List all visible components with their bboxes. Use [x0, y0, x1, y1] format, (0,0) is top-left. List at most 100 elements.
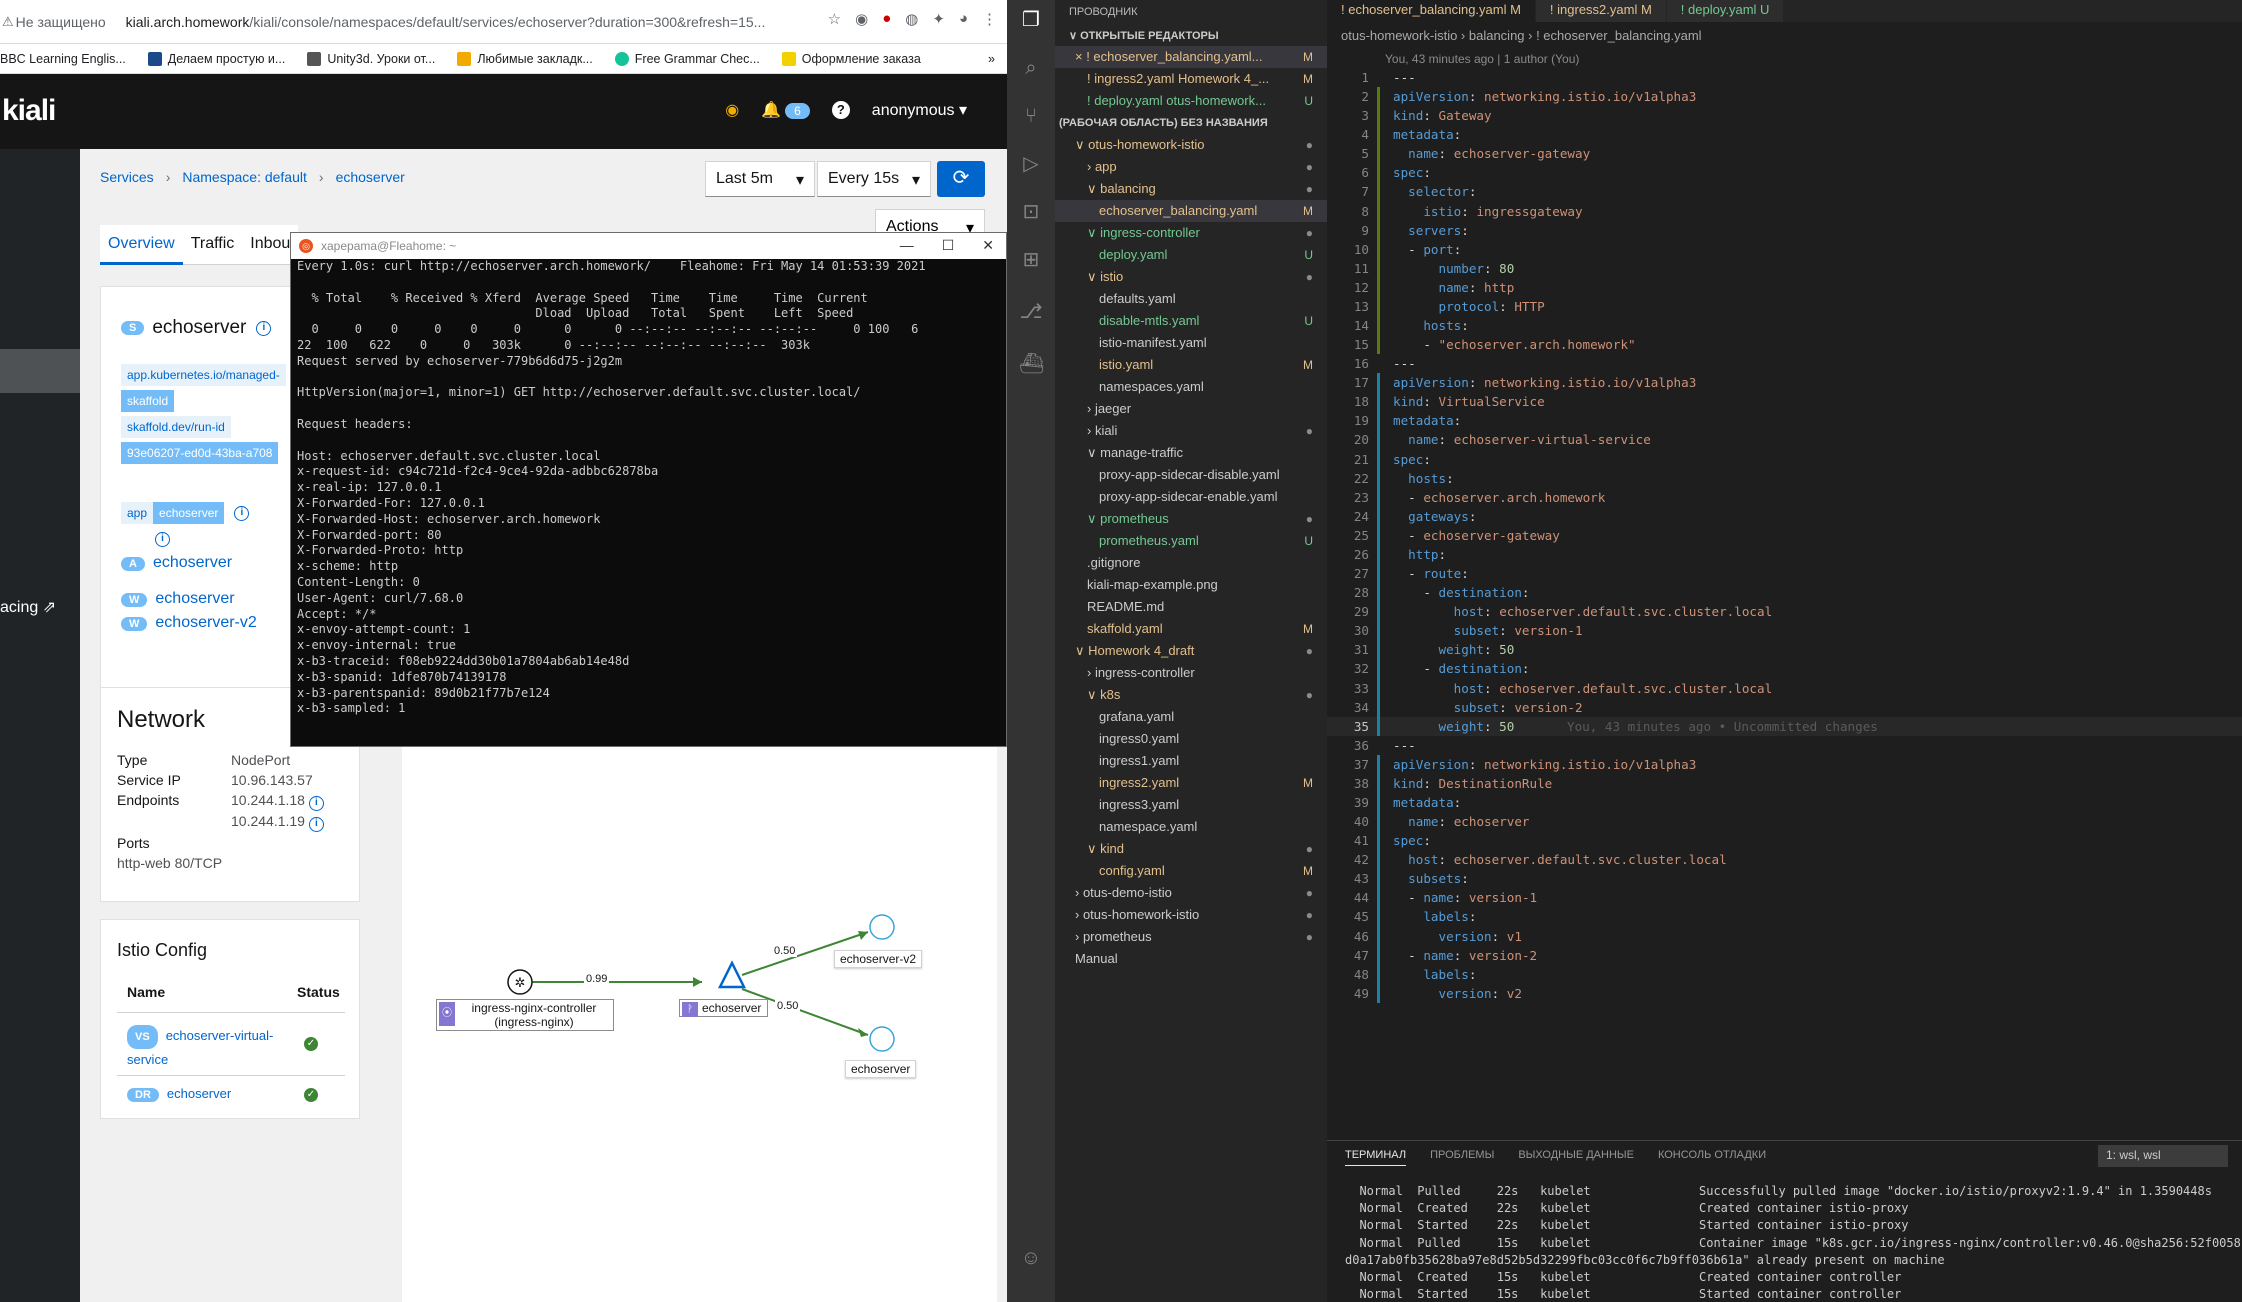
url-text[interactable]: kiali.arch.homework/kiali/console/namesp…	[126, 14, 766, 30]
close-icon[interactable]: ✕	[982, 237, 994, 254]
info-icon[interactable]: i	[155, 532, 170, 547]
tree-item[interactable]: ∨ Homework 4_draft ●	[1055, 640, 1327, 662]
code-line[interactable]: 12 name: http	[1327, 277, 2242, 297]
code-line[interactable]: 28 - destination:	[1327, 583, 2242, 603]
workload-link[interactable]: Wechoserver-v2	[121, 614, 257, 632]
tree-item[interactable]: ∨ manage-traffic	[1055, 442, 1327, 464]
minimize-icon[interactable]: —	[900, 237, 914, 254]
code-line[interactable]: 15 - "echoserver.arch.homework"	[1327, 335, 2242, 355]
tree-item[interactable]: › otus-homework-istio ●	[1055, 904, 1327, 926]
address-bar[interactable]: ⚠ Не защищено kiali.arch.homework/kiali/…	[0, 0, 1007, 44]
code-line[interactable]: 22 hosts:	[1327, 468, 2242, 488]
tree-item[interactable]: ingress0.yaml	[1055, 728, 1327, 750]
bookmark[interactable]: Unity3d. Уроки от...	[307, 51, 435, 66]
code-line[interactable]: 43 subsets:	[1327, 869, 2242, 889]
tree-item[interactable]: config.yaml M	[1055, 860, 1327, 882]
breadcrumb-namespace[interactable]: Namespace: default	[182, 169, 307, 185]
git-graph-icon[interactable]: ⎇	[1019, 300, 1043, 324]
editor-tab[interactable]: ! deploy.yaml U	[1666, 0, 1785, 22]
code-line[interactable]: 1 ---	[1327, 68, 2242, 87]
code-line[interactable]: 24 gateways:	[1327, 506, 2242, 526]
tree-item[interactable]: ∨ otus-homework-istio ●	[1055, 134, 1327, 156]
tree-item[interactable]: istio-manifest.yaml	[1055, 332, 1327, 354]
code-line[interactable]: 25 - echoserver-gateway	[1327, 525, 2242, 545]
tab-terminal[interactable]: ТЕРМИНАЛ	[1345, 1149, 1407, 1166]
code-line[interactable]: 23 - echoserver.arch.homework	[1327, 487, 2242, 507]
code-line[interactable]: 41 spec:	[1327, 831, 2242, 851]
workload-v2-node[interactable]	[869, 914, 895, 940]
workload-v1-node[interactable]	[869, 1026, 895, 1052]
tree-item[interactable]: ! ingress2.yaml Homework 4_... M	[1055, 68, 1327, 90]
code-line[interactable]: 39 metadata:	[1327, 792, 2242, 813]
istio-config-row[interactable]: VS echoserver-virtual-service	[127, 1025, 287, 1071]
tree-item[interactable]: kiali-map-example.png	[1055, 574, 1327, 596]
code-line[interactable]: 44 - name: version-1	[1327, 888, 2242, 908]
bookmark[interactable]: Оформление заказа	[781, 51, 921, 66]
code-line[interactable]: 11 number: 80	[1327, 258, 2242, 278]
bookmark[interactable]: Делаем простую и...	[147, 51, 285, 66]
tree-item[interactable]: echoserver_balancing.yaml M	[1055, 200, 1327, 222]
code-line[interactable]: 30 subset: version-1	[1327, 621, 2242, 641]
code-line[interactable]: 2 apiVersion: networking.istio.io/v1alpha…	[1327, 87, 2242, 107]
bell-icon[interactable]: 🔔 6	[761, 100, 810, 120]
code-line[interactable]: 3 kind: Gateway	[1327, 106, 2242, 126]
tree-item[interactable]: namespaces.yaml	[1055, 376, 1327, 398]
tab-problems[interactable]: ПРОБЛЕМЫ	[1430, 1149, 1494, 1166]
code-line[interactable]: 19 metadata:	[1327, 411, 2242, 431]
tree-item[interactable]: ingress2.yaml M	[1055, 772, 1327, 794]
tree-item[interactable]: namespace.yaml	[1055, 816, 1327, 838]
code-line[interactable]: 20 name: echoserver-virtual-service	[1327, 430, 2242, 450]
info-icon[interactable]: i	[234, 505, 250, 521]
code-line[interactable]: 49 version: v2	[1327, 983, 2242, 1003]
tree-item[interactable]: ∨ prometheus ●	[1055, 508, 1327, 530]
bookmark[interactable]: Любимые закладк...	[457, 51, 593, 66]
code-line[interactable]: 16 ---	[1327, 354, 2242, 373]
bookmark[interactable]: BBC Learning Englis...	[0, 52, 126, 66]
code-line[interactable]: 21 spec:	[1327, 449, 2242, 469]
code-line[interactable]: 42 host: echoserver.default.svc.cluster.…	[1327, 850, 2242, 870]
tree-item[interactable]: › ingress-controller	[1055, 662, 1327, 684]
tree-item[interactable]: × ! echoserver_balancing.yaml... M	[1055, 46, 1327, 68]
help-icon[interactable]: ?	[831, 101, 850, 119]
tree-item[interactable]: skaffold.yaml M	[1055, 618, 1327, 640]
editor-tab[interactable]: ! echoserver_balancing.yaml M	[1327, 0, 1536, 22]
tree-item[interactable]: › kiali ●	[1055, 420, 1327, 442]
tree-item[interactable]: defaults.yaml	[1055, 288, 1327, 310]
code-line[interactable]: 4 metadata:	[1327, 125, 2242, 145]
terminal-window[interactable]: ◎ xapepama@Fleahome: ~ — ☐ ✕ Every 1.0s:…	[290, 232, 1007, 747]
workload-v1-label[interactable]: echoserver	[845, 1060, 917, 1078]
code-line[interactable]: 13 protocol: HTTP	[1327, 296, 2242, 317]
translate-icon[interactable]: ◍	[905, 10, 918, 28]
terminal-select[interactable]: 1: wsl, wsl	[2098, 1145, 2228, 1167]
info-icon[interactable]: i	[256, 320, 272, 336]
remote-explorer-icon[interactable]: ⊡	[1019, 200, 1043, 224]
info-icon[interactable]: i	[308, 817, 324, 832]
service-node-label[interactable]: ᚹ echoserver	[679, 999, 769, 1017]
tree-item[interactable]: proxy-app-sidecar-enable.yaml	[1055, 486, 1327, 508]
bookmark[interactable]: Free Grammar Chec...	[614, 51, 760, 66]
tree-item[interactable]: › otus-demo-istio ●	[1055, 882, 1327, 904]
info-icon[interactable]: i	[308, 796, 324, 811]
tree-item[interactable]: Manual	[1055, 948, 1327, 970]
search-icon[interactable]: ⌕	[1019, 56, 1043, 80]
warning-icon[interactable]: ⚠	[2, 14, 14, 30]
code-line[interactable]: 36 ---	[1327, 736, 2242, 755]
code-line[interactable]: 8 istio: ingressgateway	[1327, 201, 2242, 221]
code-line[interactable]: 37 apiVersion: networking.istio.io/v1alph…	[1327, 754, 2242, 774]
tree-item[interactable]: README.md	[1055, 596, 1327, 618]
tree-item[interactable]: .gitignore	[1055, 552, 1327, 574]
ingress-node-label[interactable]: ⦿ ingress-nginx-controller (ingress-ngin…	[436, 999, 614, 1031]
open-editors-header[interactable]: ∨ ОТКРЫТЫЕ РЕДАКТОРЫ	[1055, 26, 1327, 46]
code-line[interactable]: 10 - port:	[1327, 239, 2242, 259]
code-line[interactable]: 5 name: echoserver-gateway	[1327, 144, 2242, 164]
run-debug-icon[interactable]: ▷	[1019, 152, 1043, 176]
breadcrumb-services[interactable]: Services	[100, 169, 154, 185]
code-line[interactable]: 46 version: v1	[1327, 926, 2242, 946]
tree-item[interactable]: ∨ balancing ●	[1055, 178, 1327, 200]
workload-v2-label[interactable]: echoserver-v2	[834, 950, 923, 968]
tree-item[interactable]: ! deploy.yaml otus-homework... U	[1055, 90, 1327, 112]
refresh-select[interactable]: Every 15s ▾	[817, 161, 931, 197]
terminal-output[interactable]: Every 1.0s: curl http://echoserver.arch.…	[291, 259, 1006, 747]
tree-item[interactable]: istio.yaml M	[1055, 354, 1327, 376]
code-line[interactable]: 38 kind: DestinationRule	[1327, 773, 2242, 793]
